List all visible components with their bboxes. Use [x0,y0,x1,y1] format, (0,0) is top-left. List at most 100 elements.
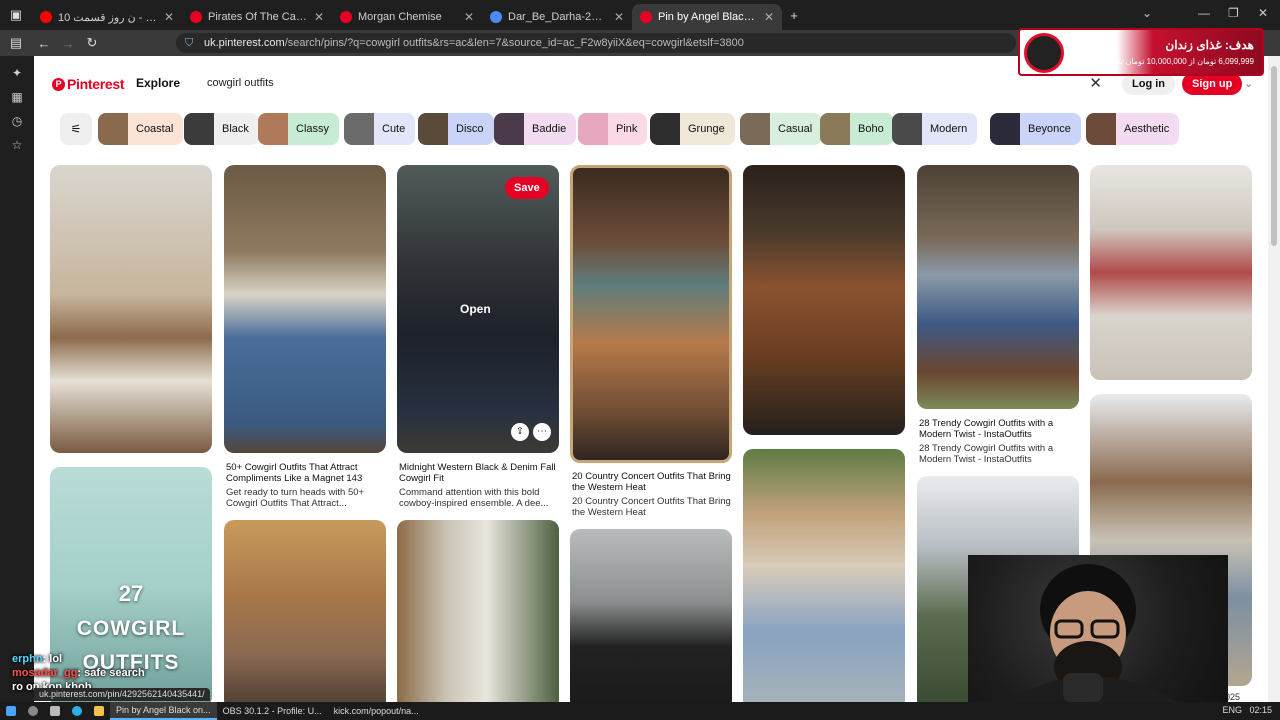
more-options-icon[interactable]: ⋯ [533,423,551,441]
filter-chip[interactable]: Disco [418,113,494,145]
pin-image[interactable] [570,529,732,702]
filter-chip[interactable]: Grunge [650,113,735,145]
tab-menu-icon[interactable]: ▣ [4,7,28,23]
new-tab-icon[interactable]: + [782,8,806,23]
image-icon [490,11,502,23]
sliders-icon: ⚟ [70,122,82,136]
chevron-down-icon[interactable]: ⌄ [1244,77,1253,90]
chat-username: mosadar_gg [12,667,78,679]
browser-tab-strip: ▣ ن روز قسمت 10 - YouTube✕Pirates Of The… [0,0,1280,30]
browser-tab[interactable]: ن روز قسمت 10 - YouTube ✕ [32,4,182,30]
pin-description: Get ready to turn heads with 50+ Cowgirl… [226,487,365,509]
close-window-icon[interactable]: ✕ [1258,6,1268,20]
pin-image[interactable] [224,520,386,702]
filter-settings-button[interactable]: ⚟ [60,113,92,145]
taskbar-app[interactable]: OBS 30.1.2 - Profile: U... [217,702,328,720]
forward-icon[interactable]: → [56,36,80,51]
pin-image[interactable] [1090,165,1252,380]
pin-image-hovered[interactable]: Save Open ⇪ ⋯ [397,165,559,453]
signup-button[interactable]: Sign up [1182,73,1243,95]
pin-title[interactable]: Midnight Western Black & Denim Fall Cowg… [399,462,557,484]
close-tab-icon[interactable]: ✕ [464,10,474,24]
filter-chip[interactable]: Aesthetic [1086,113,1180,145]
pin-title[interactable]: 28 Trendy Cowgirl Outfits with a Modern … [919,418,1079,440]
taskbar-app[interactable]: kick.com/popout/na... [328,702,425,720]
close-tab-icon[interactable]: ✕ [614,10,624,24]
filter-chip[interactable]: Baddie [494,113,577,145]
task-view-icon[interactable] [50,706,60,716]
pin-image[interactable] [917,165,1079,409]
login-button[interactable]: Log in [1122,73,1175,95]
browser-tab[interactable]: Dar_Be_Darha-2_FRONT.jpg (JPEG I ✕ [482,4,632,30]
close-tab-icon[interactable]: ✕ [164,10,174,24]
pin-description: Command attention with this bold cowboy-… [399,487,549,509]
chip-label: Modern [930,123,968,135]
share-icon[interactable]: ⇪ [511,423,529,441]
filter-chip[interactable]: Modern [892,113,978,145]
clock[interactable]: 02:15 [1249,705,1272,715]
pin-image[interactable] [50,165,212,453]
tab-title: ن روز قسمت 10 - YouTube [58,11,158,24]
pin-image[interactable] [224,165,386,453]
file-explorer-icon[interactable] [94,706,104,716]
pin-title[interactable]: 20 Country Concert Outfits That Bring th… [572,471,732,493]
filter-chip[interactable]: Beyonce [990,113,1081,145]
filter-chip[interactable]: Classy [258,113,340,145]
close-tab-icon[interactable]: ✕ [764,10,774,24]
start-icon[interactable] [6,706,16,716]
pinterest-logo[interactable]: P Pinterest [52,76,125,92]
pin-overlay-number: 27 [118,581,144,606]
pin-description: 28 Trendy Cowgirl Outfits with a Modern … [919,443,1054,465]
chip-label: Baddie [532,123,567,135]
chip-thumbnail [578,113,608,145]
chat-message: erphn: lol [12,652,145,666]
chip-label: Classy [296,123,330,135]
pin-image[interactable] [570,165,732,463]
search-icon[interactable] [28,706,38,716]
back-icon[interactable]: ← [32,36,56,51]
tab-search-icon[interactable]: ⌄ [1142,6,1152,20]
url-path: /search/pins/?q=cowgirl outfits&rs=ac&le… [284,37,744,49]
browser-tab[interactable]: Pin by Angel Black on Cosplay ✕ [632,4,782,30]
page-scrollbar[interactable] [1268,56,1280,702]
scrollbar-thumb[interactable] [1271,66,1277,246]
pinterest-icon [340,11,352,23]
browser-tab[interactable]: Morgan Chemise ✕ [332,4,482,30]
language-indicator[interactable]: ENG [1222,705,1242,715]
copilot-icon[interactable]: ✦ [10,66,24,80]
save-button[interactable]: Save [505,177,549,199]
sidebar-toggle-icon[interactable]: ▤ [4,35,28,51]
pin-image[interactable] [743,449,905,702]
filter-chip[interactable]: Casual [740,113,823,145]
edge-icon[interactable] [72,706,82,716]
search-input[interactable]: cowgirl outfits ✕ [194,70,1114,97]
youtube-icon [40,11,52,23]
browser-tab[interactable]: Pirates Of The Caribbean: The ✕ [182,4,332,30]
open-link[interactable]: Open [460,302,491,316]
close-tab-icon[interactable]: ✕ [314,10,324,24]
minimize-icon[interactable]: — [1198,6,1210,20]
chip-thumbnail [258,113,288,145]
chip-thumbnail [820,113,850,145]
filter-chip[interactable]: Black [184,113,259,145]
history-icon[interactable]: ◷ [10,114,24,128]
chip-thumbnail [990,113,1020,145]
restore-icon[interactable]: ❐ [1228,6,1239,20]
filter-chip[interactable]: Cute [344,113,416,145]
pinterest-logo-icon: P [52,77,65,91]
pin-image[interactable] [397,520,559,702]
reload-icon[interactable]: ↻ [80,35,104,51]
filter-chip[interactable]: Coastal [98,113,184,145]
pin-title[interactable]: 50+ Cowgirl Outfits That Attract Complim… [226,462,386,484]
collections-icon[interactable]: ▦ [10,90,24,104]
chat-text: : lol [42,653,63,665]
explore-link[interactable]: Explore [136,76,180,90]
filter-chip[interactable]: Pink [578,113,648,145]
address-bar[interactable]: ⛉ uk.pinterest.com/search/pins/?q=cowgir… [176,33,1016,53]
taskbar-app[interactable]: Pin by Angel Black on... [110,702,217,720]
windows-taskbar: Pin by Angel Black on... OBS 30.1.2 - Pro… [0,702,1280,720]
favorites-icon[interactable]: ☆ [10,138,24,152]
clear-search-icon[interactable]: ✕ [1089,74,1102,92]
filter-chip[interactable]: Boho [820,113,894,145]
pin-image[interactable] [743,165,905,435]
